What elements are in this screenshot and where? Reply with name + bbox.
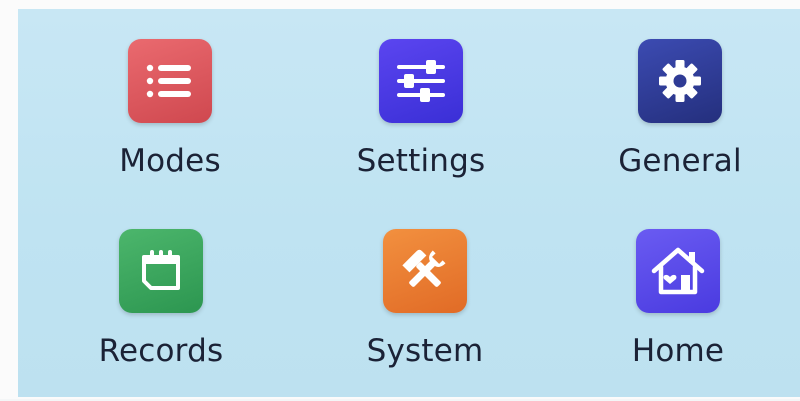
menu-label-home: Home [631, 333, 725, 369]
device-bezel: Modes Settings General Records System Ho… [0, 0, 800, 399]
menu-label-records: Records [98, 333, 224, 369]
list-icon [128, 39, 212, 123]
menu-label-settings: Settings [356, 143, 486, 179]
main-menu-screen: Modes Settings General Records System Ho… [18, 9, 800, 397]
menu-tile-general[interactable]: General [590, 31, 770, 211]
menu-tile-settings[interactable]: Settings [331, 31, 511, 211]
menu-tile-system[interactable]: System [335, 221, 515, 401]
calendar-icon [119, 229, 203, 313]
menu-label-modes: Modes [119, 143, 221, 179]
menu-tile-records[interactable]: Records [71, 221, 251, 401]
hammer-wrench-icon [383, 229, 467, 313]
menu-tile-modes[interactable]: Modes [80, 31, 260, 211]
menu-tile-home[interactable]: Home [588, 221, 768, 401]
sliders-icon [379, 39, 463, 123]
menu-label-system: System [366, 333, 484, 369]
house-heart-icon [636, 229, 720, 313]
gear-icon [638, 39, 722, 123]
menu-label-general: General [618, 143, 742, 179]
